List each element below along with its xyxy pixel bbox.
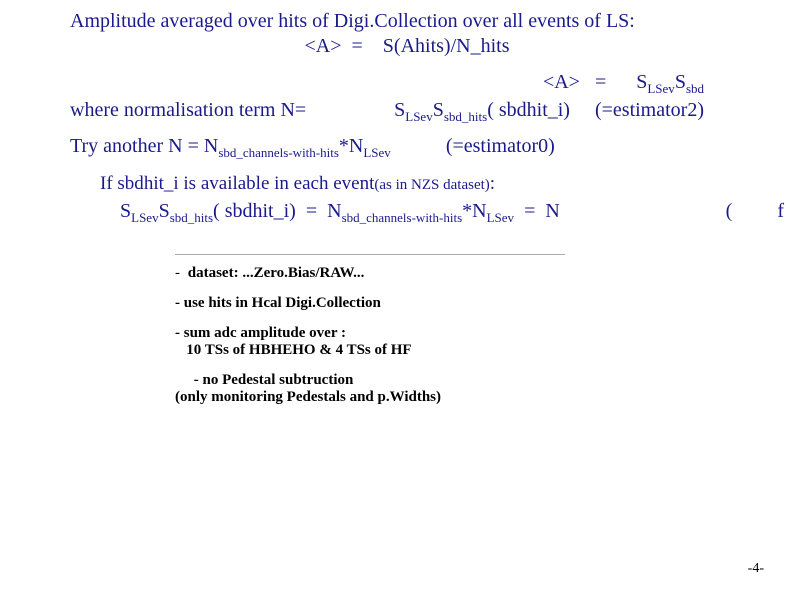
estimator0: (=estimator0) (446, 135, 555, 158)
notes: - dataset: ...Zero.Bias/RAW... - use hit… (175, 265, 744, 406)
eq-line: SLSevSsbd_hits( sbdhit_i) = Nsbd_channel… (120, 200, 744, 226)
page-number: -4- (748, 561, 764, 577)
where-formula: SLSevSsbd_hits( sbdhit_i) (=estimator2) (394, 99, 744, 125)
title-line2: <A> = S(Ahits)/N_hits (70, 35, 744, 61)
note4: - no Pedestal subtruction (only monitori… (175, 372, 744, 406)
if-line: If sbdhit_i is available in each event(a… (100, 173, 744, 198)
note3: - sum adc amplitude over : 10 TSs of HBH… (175, 325, 744, 359)
where-text: where normalisation term N= (70, 99, 306, 125)
title-line1: Amplitude averaged over hits of Digi.Col… (70, 10, 744, 33)
right-paren: ( f (726, 200, 784, 223)
divider (175, 254, 565, 255)
note2: - use hits in Hcal Digi.Collection (175, 295, 744, 312)
top-right-formula: <A> = SLSevSsbd (70, 71, 744, 97)
note1: - dataset: ...Zero.Bias/RAW... (175, 265, 744, 282)
try-line: Try another N = Nsbd_channels-with-hits*… (70, 135, 744, 161)
